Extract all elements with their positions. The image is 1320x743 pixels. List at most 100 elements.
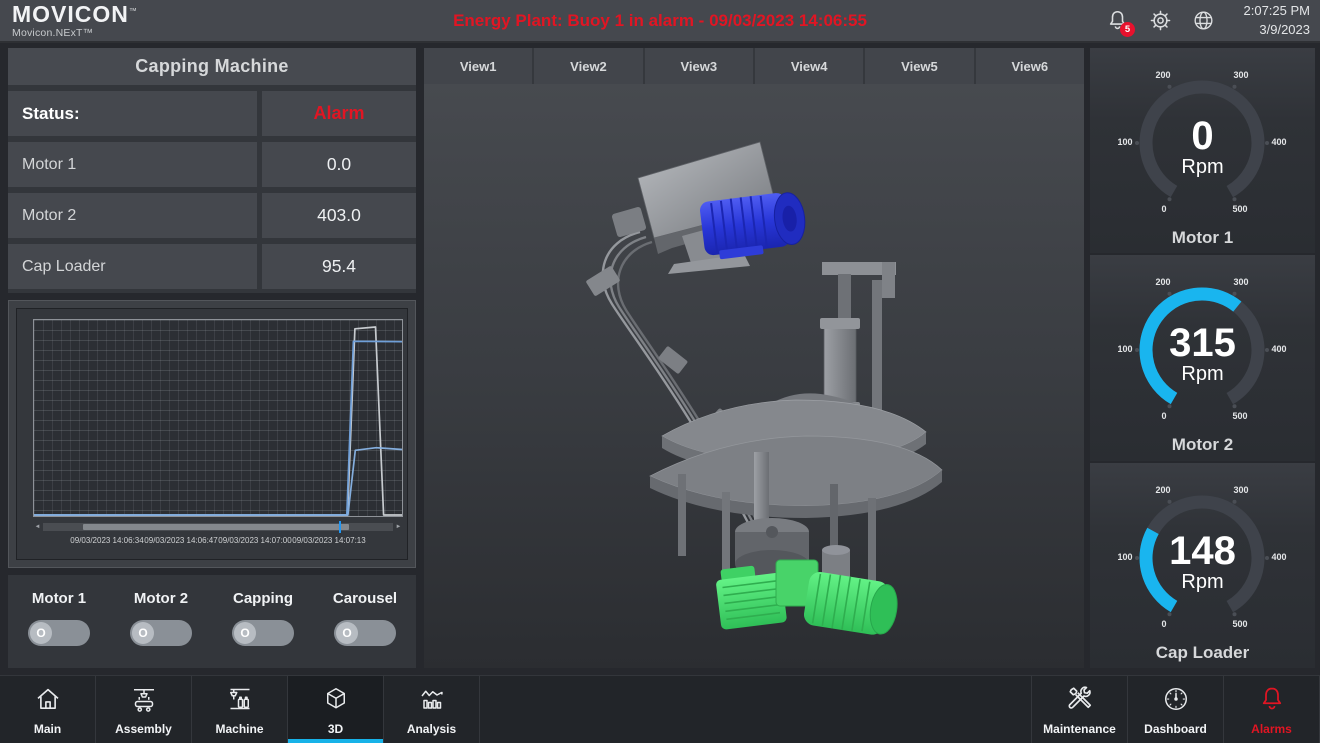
scroll-left-arrow[interactable]: ◄ — [33, 522, 42, 532]
trend-time-axis: 09/03/2023 14:06:3409/03/2023 14:06:4709… — [33, 536, 403, 548]
scroll-right-arrow[interactable]: ► — [394, 522, 403, 532]
status-row-status: Status:Alarm — [8, 91, 416, 136]
nav-item-main[interactable]: Main — [0, 676, 96, 743]
status-panel: Capping Machine Status:Alarm Motor 10.0 Mo… — [8, 48, 416, 293]
gauge-name: Cap Loader — [1090, 643, 1315, 663]
nav-item-maintenance[interactable]: Maintenance — [1031, 676, 1128, 743]
gauge-tick-label: 500 — [1223, 204, 1257, 214]
gauge-motor-2: 0100200300400500315RpmMotor 2 — [1090, 255, 1315, 460]
trend-chart-frame: ◄ ► 09/03/2023 14:06:3409/03/2023 14:06:… — [16, 308, 408, 560]
clock: 2:07:25 PM 3/9/2023 — [1232, 2, 1310, 38]
gear-icon — [1148, 8, 1173, 33]
bottom-nav: Main Assembly Machine 3D Analysis Maintenanc… — [0, 675, 1320, 743]
view-tab-view5[interactable]: View5 — [865, 48, 973, 84]
gauge-tick-label: 200 — [1146, 485, 1180, 495]
gauge-tick-label: 0 — [1147, 204, 1181, 214]
status-row-motor-2: Motor 2403.0 — [8, 193, 416, 238]
view-tab-view3[interactable]: View3 — [645, 48, 753, 84]
nav-item-label: Maintenance — [1043, 722, 1116, 736]
gauge-name: Motor 1 — [1090, 228, 1315, 248]
toggle-group-motor-2: Motor 2 O — [110, 575, 212, 668]
toggle-capping[interactable]: O — [232, 620, 294, 646]
toggle-panel: Motor 1OMotor 2OCappingOCarouselO — [8, 575, 416, 668]
gauge-tick-label: 300 — [1224, 70, 1258, 80]
nav-item-3d[interactable]: 3D — [288, 676, 384, 743]
3d-viewport[interactable] — [424, 84, 1084, 668]
nav-item-label: 3D — [328, 722, 343, 736]
trend-time-label: 09/03/2023 14:07:00 — [218, 536, 291, 545]
scrollbar-thumb[interactable] — [83, 524, 349, 530]
toggle-group-motor-1: Motor 1 O — [8, 575, 110, 668]
trend-chart-panel: ◄ ► 09/03/2023 14:06:3409/03/2023 14:06:… — [8, 300, 416, 568]
nav-spacer — [480, 676, 1031, 743]
gauge-tick-label: 300 — [1224, 485, 1258, 495]
topbar-actions: 5 2:07:25 PM 3/9/2023 — [1103, 0, 1310, 41]
gauge-tick-label: 500 — [1223, 411, 1257, 421]
gauge-unit: Rpm — [1090, 363, 1315, 386]
movicon-logo: MOVICON™ Movicon.NExT™ — [12, 3, 138, 39]
nav-item-assembly[interactable]: Assembly — [96, 676, 192, 743]
movicon-scada-app: MOVICON™ Movicon.NExT™ Energy Plant: Buo… — [0, 0, 1320, 743]
time-display: 2:07:25 PM — [1232, 2, 1310, 20]
date-display: 3/9/2023 — [1232, 21, 1310, 39]
toggle-motor-2[interactable]: O — [130, 620, 192, 646]
nav-item-label: Alarms — [1251, 722, 1292, 736]
nav-item-label: Dashboard — [1144, 722, 1207, 736]
nav-item-analysis[interactable]: Analysis — [384, 676, 480, 743]
view-tab-view4[interactable]: View4 — [755, 48, 863, 84]
trend-time-label: 09/03/2023 14:07:13 — [292, 536, 365, 545]
trend-series — [34, 320, 402, 516]
view-tab-bar: View1View2View3View4View5View6 — [424, 48, 1084, 84]
assembly-icon — [129, 684, 159, 719]
alarm-banner: Energy Plant: Buoy 1 in alarm - 09/03/20… — [453, 11, 867, 31]
notification-badge: 5 — [1120, 22, 1135, 37]
gauge-name: Motor 2 — [1090, 435, 1315, 455]
toggle-label: Motor 2 — [134, 590, 188, 607]
status-row-motor-1: Motor 10.0 — [8, 142, 416, 187]
logo-subtitle: Movicon.NExT™ — [12, 28, 138, 39]
nav-item-label: Main — [34, 722, 61, 736]
gauge-motor-1: 01002003004005000RpmMotor 1 — [1090, 48, 1315, 253]
dashboard-icon — [1161, 684, 1191, 719]
globe-icon — [1191, 8, 1216, 33]
toggle-carousel[interactable]: O — [334, 620, 396, 646]
maintenance-icon — [1065, 684, 1095, 719]
panel-title: Capping Machine — [8, 48, 416, 85]
nav-item-machine[interactable]: Machine — [192, 676, 288, 743]
toggle-motor-1[interactable]: O — [28, 620, 90, 646]
row-label: Motor 2 — [8, 193, 257, 238]
nav-group-right: Maintenance Dashboard Alarms — [1031, 676, 1320, 743]
toggle-knob: O — [336, 622, 358, 644]
cube-3d-icon — [321, 684, 351, 719]
alarm-bell-icon — [1257, 684, 1287, 719]
toggle-label: Capping — [233, 590, 293, 607]
scrollbar-track[interactable] — [43, 523, 393, 531]
top-bar: MOVICON™ Movicon.NExT™ Energy Plant: Buo… — [0, 0, 1320, 43]
trend-series-motor-2 — [34, 341, 402, 515]
logo-title: MOVICON™ — [12, 3, 138, 26]
nav-item-label: Analysis — [407, 722, 456, 736]
row-value: 403.0 — [262, 193, 416, 238]
toggle-knob: O — [30, 622, 52, 644]
nav-group-left: Main Assembly Machine 3D Analysis — [0, 676, 480, 743]
row-value: 95.4 — [262, 244, 416, 289]
gauge-tick-label: 200 — [1146, 277, 1180, 287]
language-button[interactable] — [1189, 7, 1217, 35]
blue-motor — [699, 190, 808, 261]
toggle-knob: O — [132, 622, 154, 644]
view-tab-view6[interactable]: View6 — [976, 48, 1084, 84]
nav-item-alarms[interactable]: Alarms — [1224, 676, 1320, 743]
view-tab-view2[interactable]: View2 — [534, 48, 642, 84]
trend-time-label: 09/03/2023 14:06:34 — [70, 536, 143, 545]
view-tab-view1[interactable]: View1 — [424, 48, 532, 84]
nav-item-label: Assembly — [115, 722, 172, 736]
toggle-group-carousel: CarouselO — [314, 575, 416, 668]
notifications-button[interactable]: 5 — [1103, 7, 1131, 35]
nav-item-dashboard[interactable]: Dashboard — [1128, 676, 1224, 743]
trend-plot-area — [33, 319, 403, 517]
gauge-tick-label: 0 — [1147, 619, 1181, 629]
trend-scrollbar[interactable]: ◄ ► — [33, 522, 403, 532]
trend-cursor[interactable] — [339, 521, 341, 533]
toggle-label: Motor 1 — [32, 590, 86, 607]
settings-button[interactable] — [1146, 7, 1174, 35]
